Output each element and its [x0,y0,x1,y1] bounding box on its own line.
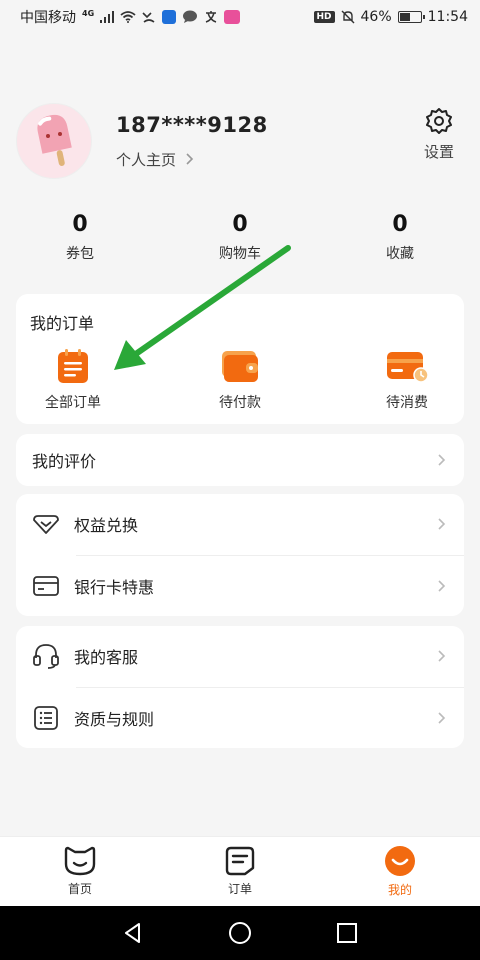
back-triangle-icon [125,923,141,943]
translate-icon [204,10,218,24]
carrier-name: 中国移动 [20,10,76,26]
bank-card-offer-row[interactable]: 银行卡特惠 [16,556,464,616]
clock: 11:54 [427,9,468,25]
review-card: 我的评价 [16,434,464,486]
status-bar: 中国移动 4G HD 46% 11:54 [0,0,480,34]
popsicle-avatar-icon [37,114,72,166]
home-face-icon [64,846,96,876]
system-nav-bar [0,906,480,960]
mute-bell-icon [341,10,355,24]
app-notification-pink-icon [224,10,241,24]
headset-icon [32,642,60,670]
row-label: 我的评价 [32,452,97,471]
my-reviews-row[interactable]: 我的评价 [16,434,464,486]
stats-row: 0 券包 0 购物车 0 收藏 [0,212,480,272]
stat-label: 购物车 [219,246,261,262]
service-card: 我的客服 资质与规则 [16,626,464,748]
orders-card: 我的订单 全部订单 待付款 待消费 [16,294,464,424]
user-info: 187****9128 个人主页 [116,113,414,170]
stat-label: 券包 [66,246,94,262]
row-label: 我的客服 [74,648,139,667]
orders-title: 我的订单 [30,314,95,333]
home-button[interactable] [220,913,260,953]
home-circle-icon [228,922,251,944]
bank-card-icon [32,572,60,600]
wifi-icon [120,11,136,23]
tab-mine[interactable]: 我的 [320,837,480,906]
battery-percent: 46% [360,9,392,25]
user-phone: 187****9128 [116,112,268,137]
bottom-tab-bar: 首页 订单 我的 [0,836,480,906]
chat-bubble-icon [182,10,198,24]
order-label: 待消费 [386,395,428,411]
order-all[interactable]: 全部订单 [40,348,106,412]
back-button[interactable] [113,913,153,953]
order-pending-payment[interactable]: 待付款 [207,348,273,412]
tab-orders[interactable]: 订单 [160,837,320,906]
stat-label: 收藏 [386,246,414,262]
mine-smile-icon [385,846,415,876]
row-label: 银行卡特惠 [74,578,155,597]
row-label: 权益兑换 [74,516,139,535]
gear-icon [426,107,452,134]
profile-home-label: 个人主页 [116,150,177,169]
chevron-right-icon [438,712,446,724]
settings-label: 设置 [423,142,454,161]
profile-header: 187****9128 个人主页 设置 [16,100,464,182]
stat-coupons[interactable]: 0 券包 [0,212,160,272]
avatar[interactable] [16,103,92,179]
tab-label: 首页 [67,882,92,896]
recents-square-icon [336,923,357,943]
profile-home-link[interactable]: 个人主页 [116,149,414,170]
orders-doc-icon [225,846,255,876]
chevron-right-icon [438,650,446,662]
customer-service-row[interactable]: 我的客服 [16,626,464,686]
signal-icon [100,11,115,23]
stat-favorites[interactable]: 0 收藏 [320,212,480,272]
tab-label: 我的 [387,883,412,897]
missed-call-icon [142,10,156,24]
chevron-right-icon [186,153,194,165]
tab-label: 订单 [227,882,252,896]
status-right: HD 46% 11:54 [313,9,468,25]
rights-exchange-row[interactable]: 权益兑换 [16,494,464,554]
stat-value: 0 [392,212,408,237]
order-pending-use[interactable]: 待消费 [374,348,440,412]
card-clock-icon [387,352,429,383]
diamond-icon [32,510,60,538]
chevron-right-icon [438,454,446,466]
chevron-right-icon [438,518,446,530]
stat-cart[interactable]: 0 购物车 [160,212,320,272]
battery-icon [397,11,425,23]
clipboard-icon [58,349,88,383]
app-notification-icon [162,10,177,24]
wallet-icon [222,351,258,382]
hd-badge: HD [313,11,335,23]
recents-button[interactable] [327,913,367,953]
order-items: 全部订单 待付款 待消费 [16,348,464,412]
order-label: 全部订单 [45,395,101,411]
list-document-icon [32,704,60,732]
tab-home[interactable]: 首页 [0,837,160,906]
chevron-right-icon [438,580,446,592]
order-label: 待付款 [219,395,261,411]
qualifications-rules-row[interactable]: 资质与规则 [16,688,464,748]
network-type: 4G [82,8,95,18]
rights-card: 权益兑换 银行卡特惠 [16,494,464,616]
stat-value: 0 [72,212,88,237]
settings-button[interactable]: 设置 [414,107,464,162]
stat-value: 0 [232,212,248,237]
status-left: 中国移动 4G [20,7,241,27]
row-label: 资质与规则 [74,710,155,729]
